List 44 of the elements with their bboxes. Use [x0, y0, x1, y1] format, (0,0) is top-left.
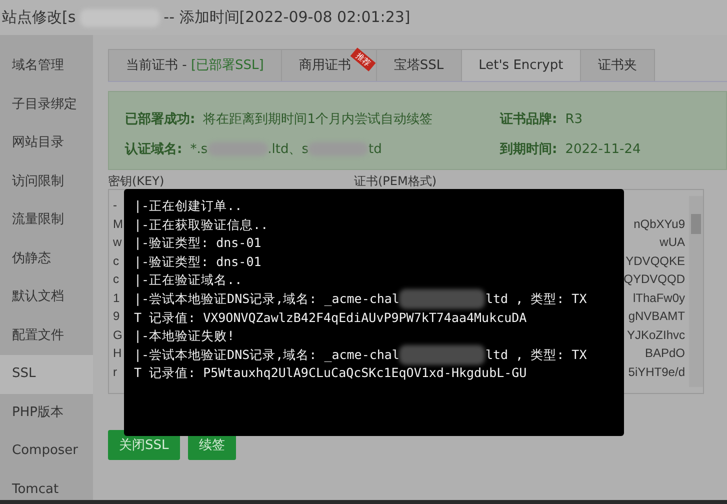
log-line: T 记录值: P5Wtauxhq2UlA9CLuCaQcSKc1EqOV1xd-HkgdubL-GU — [134, 364, 527, 382]
domain-value: td — [368, 142, 382, 157]
ribbon-badge: 推荐 — [350, 48, 376, 72]
log-line: |-验证类型: dns-01 — [134, 234, 262, 252]
status-text: 将在距离到期时间1个月内尝试自动续签 — [203, 112, 432, 127]
sidebar-item[interactable]: 网站目录 — [0, 124, 93, 162]
scrollbar[interactable] — [689, 196, 703, 387]
field-label: 证书品牌: — [500, 112, 558, 127]
log-line: |-尝试本地验证DNS记录,域名: _acme-chal — [134, 290, 400, 308]
sidebar-item[interactable]: 访问限制 — [0, 162, 93, 201]
expiry-value: 2022-11-24 — [565, 142, 641, 157]
log-line: |-正在获取验证信息.. — [134, 216, 268, 234]
log-line: ltd , 类型: TX — [485, 290, 587, 308]
field-label: 认证域名: — [125, 142, 182, 157]
log-line: |-本地验证失败! — [134, 327, 235, 346]
field-label: 到期时间: — [500, 142, 558, 157]
sidebar-item[interactable]: PHP版本 — [0, 394, 93, 432]
sidebar-item[interactable]: Tomcat — [0, 470, 93, 504]
log-line: |-正在创建订单.. — [134, 197, 242, 215]
sidebar-item[interactable]: 流量限制 — [0, 201, 93, 240]
tab[interactable]: 当前证书 - [已部署SSL] — [108, 49, 282, 81]
tab[interactable]: 宝塔SSL — [376, 49, 462, 81]
window-title: 站点修改[s — [2, 8, 76, 27]
log-line: T 记录值: VX9ONVQZawlzB42F4qEdiAUvP9PW7kT74aa4MukcuDA — [134, 308, 527, 327]
sidebar-item[interactable]: 伪静态 — [0, 240, 93, 278]
log-line: |-验证类型: dns-01 — [134, 252, 262, 271]
sidebar-item[interactable]: SSL — [0, 355, 93, 394]
sidebar-item[interactable]: Composer — [0, 432, 93, 470]
cert-label: 证书(PEM格式) — [354, 173, 438, 189]
sidebar-item[interactable]: 子目录绑定 — [0, 86, 93, 124]
key-label: 密钥(KEY) — [108, 173, 166, 189]
field-label: 已部署成功: — [125, 112, 196, 127]
sidebar-item[interactable]: 域名管理 — [0, 47, 93, 86]
brand-value: R3 — [565, 112, 583, 127]
domain-value: .ltd、s — [268, 142, 308, 157]
log-line: |-尝试本地验证DNS记录,域名: _acme-chal — [134, 346, 400, 364]
sidebar-item[interactable]: 默认文档 — [0, 278, 93, 316]
log-line: |-正在验证域名.. — [134, 271, 242, 290]
log-line: ltd , 类型: TX — [485, 346, 587, 364]
window-title: -- 添加时间[2022-09-08 02:01:23] — [164, 8, 410, 27]
tab[interactable]: 证书夹 — [580, 49, 656, 81]
tab[interactable]: 商用证书 推荐 — [280, 49, 377, 81]
domain-value: *.s — [190, 142, 208, 157]
sidebar-item[interactable]: 配置文件 — [0, 316, 93, 355]
